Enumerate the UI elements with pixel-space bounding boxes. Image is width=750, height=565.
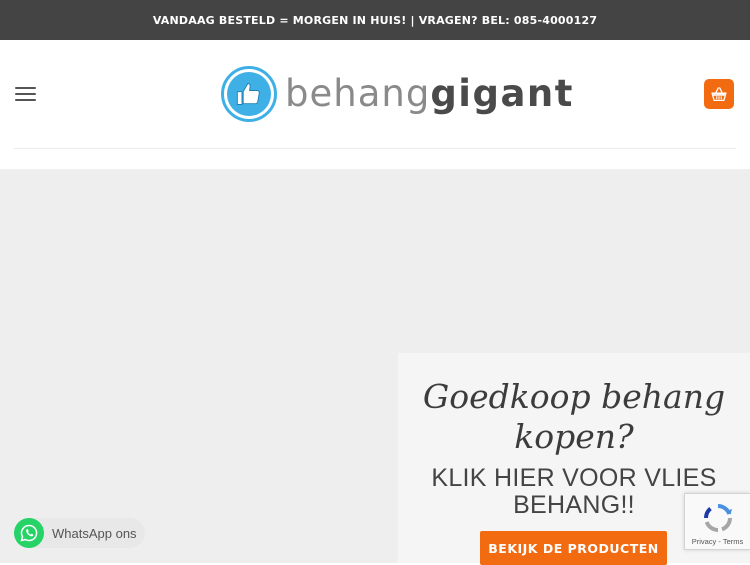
promo-script-heading: Goedkoop behang kopen? bbox=[398, 377, 750, 457]
announcement-text: VANDAAG BESTELD = MORGEN IN HUIS! | VRAG… bbox=[152, 13, 598, 27]
promo-script-line-1: Goedkoop behang bbox=[422, 377, 726, 416]
announcement-bar: VANDAAG BESTELD = MORGEN IN HUIS! | VRAG… bbox=[0, 0, 750, 40]
logo-text-light: behang bbox=[285, 72, 431, 115]
recaptcha-privacy-link[interactable]: Privacy bbox=[692, 537, 717, 546]
logo-wordmark: behanggigant bbox=[285, 75, 574, 112]
whatsapp-icon bbox=[14, 518, 44, 548]
recaptcha-terms-link[interactable]: Terms bbox=[723, 537, 743, 546]
cart-button[interactable] bbox=[704, 79, 734, 109]
recaptcha-links: Privacy - Terms bbox=[692, 537, 744, 546]
view-products-button[interactable]: BEKIJK DE PRODUCTEN bbox=[480, 531, 667, 565]
promo-script-line-2: kopen? bbox=[514, 417, 634, 456]
recaptcha-badge[interactable]: Privacy - Terms bbox=[684, 493, 750, 550]
whatsapp-chat-button[interactable]: WhatsApp ons bbox=[14, 518, 145, 548]
recaptcha-icon bbox=[703, 504, 732, 532]
hamburger-menu-icon[interactable] bbox=[15, 87, 36, 102]
basket-icon bbox=[711, 87, 727, 102]
header-divider bbox=[14, 148, 736, 149]
thumbs-up-icon bbox=[221, 65, 277, 122]
logo-text-bold: gigant bbox=[430, 72, 574, 115]
site-logo[interactable]: behanggigant bbox=[221, 65, 572, 122]
whatsapp-label: WhatsApp ons bbox=[52, 525, 137, 541]
